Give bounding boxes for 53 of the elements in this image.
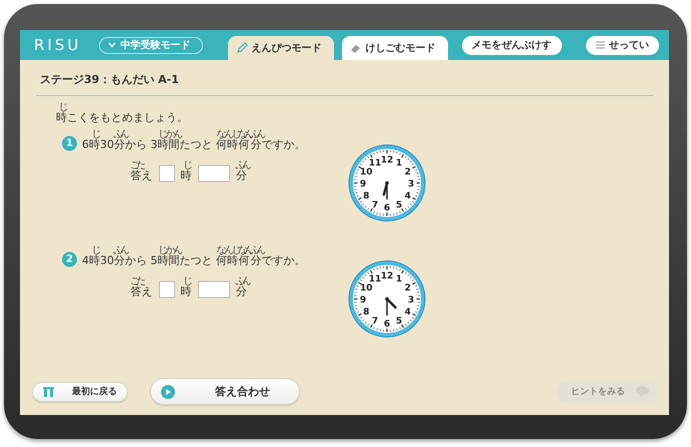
check-answer-button[interactable]: 答え合わせ — [150, 378, 300, 405]
clock-numeral: 10 — [360, 284, 372, 294]
clock-numeral: 11 — [368, 158, 382, 169]
settings-button[interactable]: せってい — [586, 36, 660, 54]
clock-numeral: 8 — [363, 308, 370, 318]
clock-numeral: 2 — [404, 168, 411, 178]
clock-numeral: 6 — [384, 204, 390, 214]
clock-numeral: 9 — [360, 180, 366, 190]
eraser-icon — [350, 42, 362, 54]
minute-input[interactable] — [198, 281, 230, 298]
clock-numeral: 2 — [404, 284, 411, 294]
clock-numeral: 4 — [404, 192, 411, 202]
clock-numeral: 12 — [380, 272, 394, 282]
logo: RISU — [34, 36, 82, 54]
clock-numeral: 8 — [363, 192, 370, 202]
clock-numeral: 3 — [408, 296, 414, 306]
mode-tab[interactable]: えんぴつモード — [228, 36, 334, 60]
chevron-down-icon — [108, 42, 116, 48]
clear-memo-button[interactable]: メモをぜんぶけす — [462, 36, 562, 54]
pencil-icon — [236, 42, 248, 54]
gate-icon — [43, 386, 54, 397]
hour-unit: 時 じ — [180, 160, 192, 183]
question-text: 6時 じ 30分 ふん から 3時間 じかん たつと 何時 なんじ 何分 なんふん ですか。 — [82, 129, 306, 152]
clock-numeral: 12 — [380, 156, 394, 166]
clock-numeral: 7 — [372, 316, 378, 326]
clock-numeral: 9 — [360, 296, 366, 306]
clock-numeral: 7 — [372, 200, 378, 210]
menu-icon — [596, 41, 606, 49]
minute-unit: 分 ふん — [236, 160, 248, 183]
answer-label: 答 こた え — [130, 160, 152, 183]
instruction-text: 時 じ こくをもとめましょう。 — [56, 102, 189, 125]
clock-numeral: 5 — [396, 200, 402, 210]
minute-unit: 分 ふん — [236, 276, 248, 299]
question-text: 4時 じ 30分 ふん から 5時間 じかん たつと 何時 なんじ 何分 なんふん ですか。 — [82, 245, 306, 268]
hour-unit: 時 じ — [180, 276, 192, 299]
clock-numeral: 4 — [404, 308, 411, 318]
clock-numeral: 1 — [396, 274, 402, 285]
clock-numeral: 10 — [360, 168, 372, 178]
question-number: 1 — [62, 136, 77, 151]
minute-input[interactable] — [198, 165, 230, 182]
mode-tab[interactable]: けしごむモード — [342, 36, 448, 60]
clock-numeral: 11 — [368, 274, 382, 285]
clock-numeral: 3 — [408, 180, 414, 190]
back-to-start-button[interactable]: 最初に戻る — [32, 382, 128, 402]
hour-input[interactable] — [158, 281, 174, 298]
clock-numeral: 5 — [396, 316, 402, 326]
stage-title: ステージ39：もんだい A-1 — [36, 72, 653, 96]
play-icon — [161, 384, 175, 398]
answer-label: 答 こた え — [130, 276, 152, 299]
question-number: 2 — [62, 252, 77, 267]
clock-numeral: 1 — [396, 158, 402, 169]
clock-numeral: 6 — [384, 320, 390, 330]
hour-input[interactable] — [158, 165, 174, 182]
